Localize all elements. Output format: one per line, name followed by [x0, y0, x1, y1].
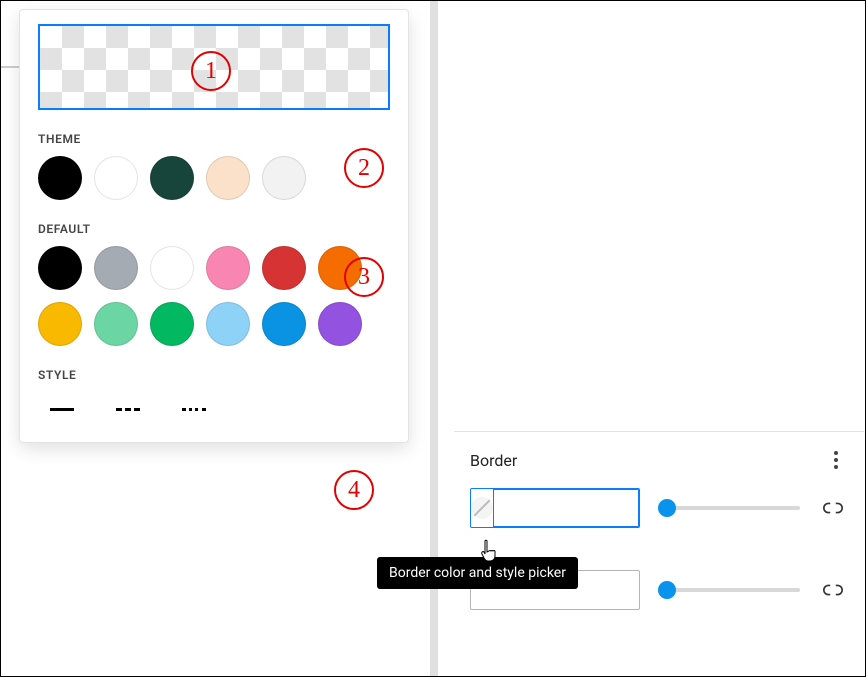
color-swatch[interactable] — [94, 246, 138, 290]
color-swatch[interactable] — [206, 156, 250, 200]
color-swatch[interactable] — [318, 246, 362, 290]
color-swatch[interactable] — [206, 302, 250, 346]
color-swatch[interactable] — [206, 246, 250, 290]
border-style-dashed[interactable] — [110, 400, 146, 418]
panel-header: Border — [470, 442, 848, 488]
border-width-input[interactable] — [494, 489, 640, 527]
border-color-style-popover: THEME DEFAULT STYLE — [19, 9, 409, 443]
border-style-row — [38, 392, 390, 418]
section-label-style: STYLE — [38, 368, 390, 382]
color-preview-transparent[interactable] — [38, 24, 390, 110]
border-width-field: PX — [470, 488, 640, 528]
border-radius-slider-wrap — [658, 588, 800, 592]
border-width-row: PX — [470, 488, 848, 528]
color-swatch[interactable] — [94, 302, 138, 346]
border-width-slider-wrap — [658, 506, 800, 510]
annotation-4: 4 — [334, 470, 374, 510]
color-swatch[interactable] — [262, 246, 306, 290]
border-color-style-picker-button[interactable] — [471, 489, 494, 527]
empty-color-icon — [471, 497, 493, 519]
color-swatch[interactable] — [150, 246, 194, 290]
color-swatch[interactable] — [262, 156, 306, 200]
panel-options-button[interactable] — [824, 448, 848, 472]
panel-title: Border — [470, 451, 517, 470]
color-swatch[interactable] — [150, 302, 194, 346]
editor-edge-line — [1, 66, 19, 68]
link-icon — [822, 579, 844, 601]
link-icon — [822, 497, 844, 519]
section-label-theme: THEME — [38, 132, 390, 146]
border-style-dotted[interactable] — [176, 400, 212, 418]
unlink-sides-button[interactable] — [818, 493, 848, 523]
color-swatch[interactable] — [38, 156, 82, 200]
theme-swatch-row — [38, 156, 390, 200]
border-radius-slider[interactable] — [658, 588, 800, 592]
border-panel: Border PX PX — [454, 431, 864, 662]
unlink-radii-button[interactable] — [818, 575, 848, 605]
color-swatch[interactable] — [318, 302, 362, 346]
color-swatch[interactable] — [262, 302, 306, 346]
section-label-default: DEFAULT — [38, 222, 390, 236]
border-width-slider[interactable] — [658, 506, 800, 510]
color-swatch[interactable] — [38, 302, 82, 346]
color-swatch[interactable] — [150, 156, 194, 200]
tooltip: Border color and style picker — [377, 557, 578, 589]
border-style-solid[interactable] — [44, 400, 80, 418]
color-swatch[interactable] — [94, 156, 138, 200]
default-swatch-grid — [38, 246, 390, 346]
color-swatch[interactable] — [38, 246, 82, 290]
